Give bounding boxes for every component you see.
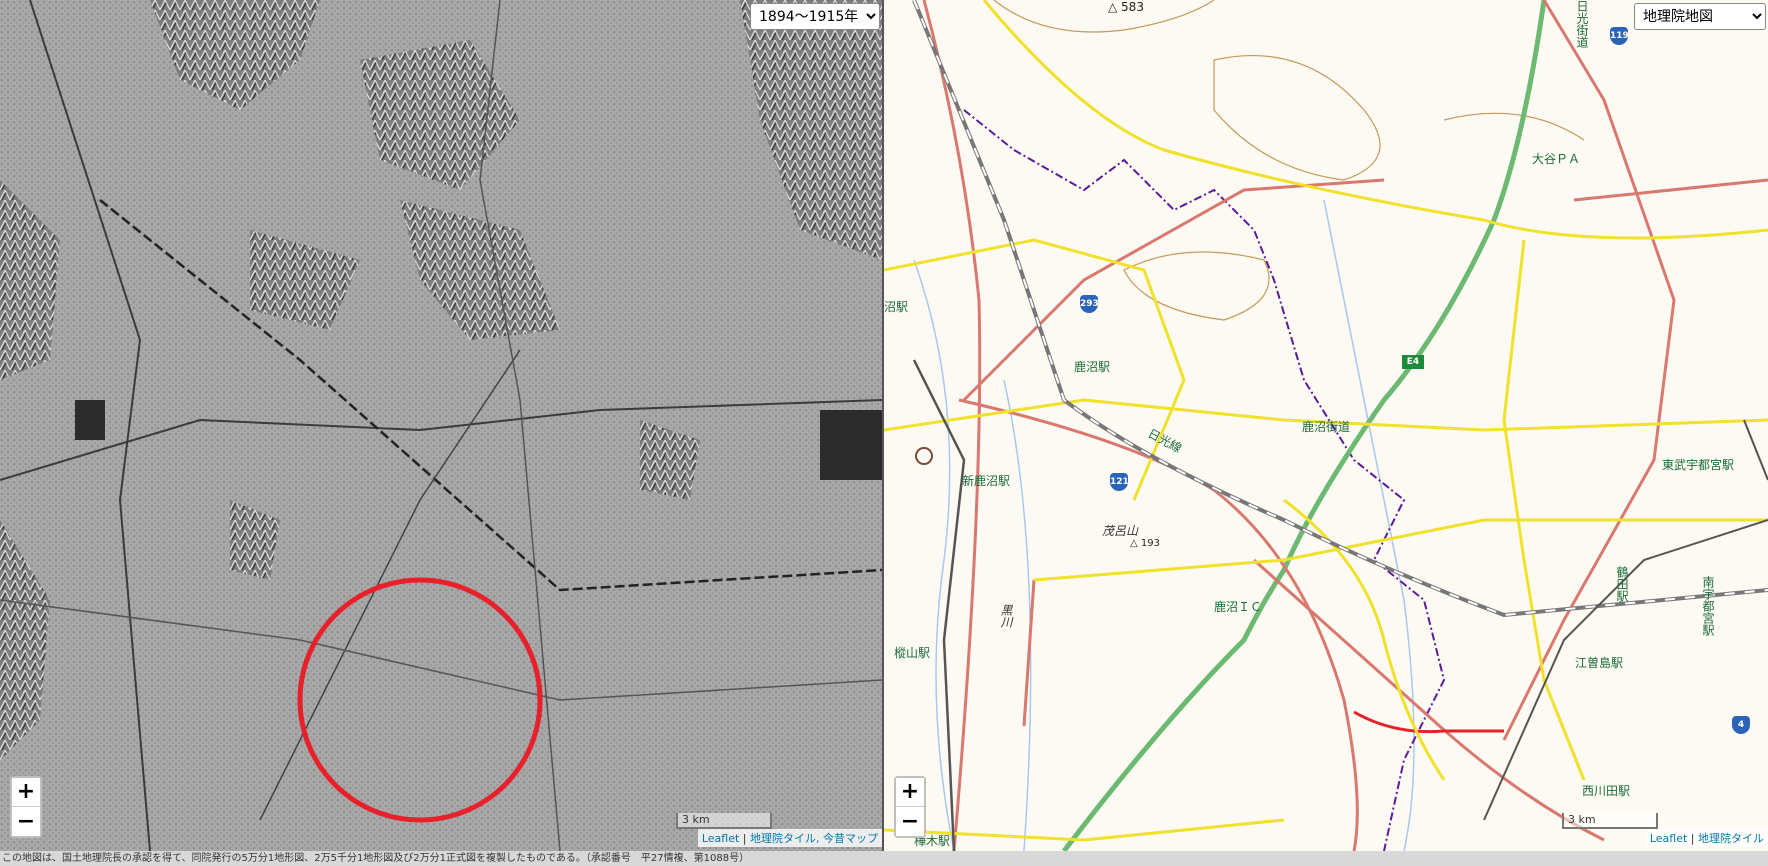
historical-map-pane[interactable]: 1894〜1915年 + − 3 km Leaflet | 地理院タイル, 今昔… xyxy=(0,0,882,851)
tobu-utsunomiya-station-label: 東武宇都宮駅 xyxy=(1662,458,1735,472)
peak-583-label: △ 583 xyxy=(1108,0,1144,14)
copyright-footer: この地図は、国土地理院長の承認を得て、同院発行の5万分1地形図、2万5千分1地形… xyxy=(0,851,1768,866)
leaflet-link[interactable]: Leaflet xyxy=(1650,832,1687,845)
esojima-station-label: 江曽島駅 xyxy=(1575,656,1624,670)
shin-kanuma-station-label: 新鹿沼駅 xyxy=(962,474,1011,488)
left-zoom-control: + − xyxy=(10,776,42,838)
modern-map-pane[interactable]: 地理院地図 △ 583 日光街道 大谷ＰＡ 沼駅 鹿沼駅 日光線 鹿沼街道 新鹿… xyxy=(884,0,1768,851)
minami-utsunomiya-station-label: 南宇都宮駅 xyxy=(1701,576,1715,636)
nikko-kaido-label: 日光街道 xyxy=(1575,0,1589,48)
moroyama-label: 茂呂山 xyxy=(1102,524,1139,538)
tiles-link[interactable]: 地理院タイル, 今昔マップ xyxy=(750,832,878,845)
attrib-sep: | xyxy=(1687,832,1698,845)
numa-station-label: 沼駅 xyxy=(884,300,909,314)
right-scale-bar: 3 km xyxy=(1562,813,1658,829)
era-select[interactable]: 1894〜1915年 xyxy=(750,3,880,30)
kanuma-station-label: 鹿沼駅 xyxy=(1074,360,1111,374)
historical-map-canvas[interactable] xyxy=(0,0,882,851)
tsuruta-station-label: 鶴田駅 xyxy=(1615,566,1629,602)
kashiyama-station-label: 樅山駅 xyxy=(894,646,931,660)
nishikawada-station-label: 西川田駅 xyxy=(1582,784,1631,798)
route-4-shield: 4 xyxy=(1732,716,1750,734)
oya-pa-label: 大谷ＰＡ xyxy=(1532,152,1581,166)
tiles-link[interactable]: 地理院タイル xyxy=(1698,832,1764,845)
kanuma-kaido-label: 鹿沼街道 xyxy=(1302,420,1351,434)
right-zoom-out-button[interactable]: − xyxy=(896,807,924,836)
kanuma-ic-label: 鹿沼ＩＣ xyxy=(1214,600,1263,614)
right-zoom-in-button[interactable]: + xyxy=(896,778,924,807)
left-scale-bar: 3 km xyxy=(676,813,772,829)
left-attribution: Leaflet | 地理院タイル, 今昔マップ xyxy=(697,829,882,847)
route-119-shield: 119 xyxy=(1610,27,1629,45)
left-zoom-out-button[interactable]: − xyxy=(12,807,40,836)
e4-expressway-shield: E4 xyxy=(1402,355,1424,369)
moroyama-elevation-label: △ 193 xyxy=(1130,538,1160,549)
left-zoom-in-button[interactable]: + xyxy=(12,778,40,807)
right-zoom-control: + − xyxy=(894,776,926,838)
right-attribution: Leaflet | 地理院タイル xyxy=(1645,829,1768,847)
route-293-shield: 293 xyxy=(1080,295,1099,313)
route-121-shield: 121 xyxy=(1110,473,1129,491)
attrib-sep: | xyxy=(739,832,750,845)
leaflet-link[interactable]: Leaflet xyxy=(702,832,739,845)
kurokawa-label: 黒川 xyxy=(999,604,1013,628)
map-layer-select[interactable]: 地理院地図 xyxy=(1634,3,1766,30)
